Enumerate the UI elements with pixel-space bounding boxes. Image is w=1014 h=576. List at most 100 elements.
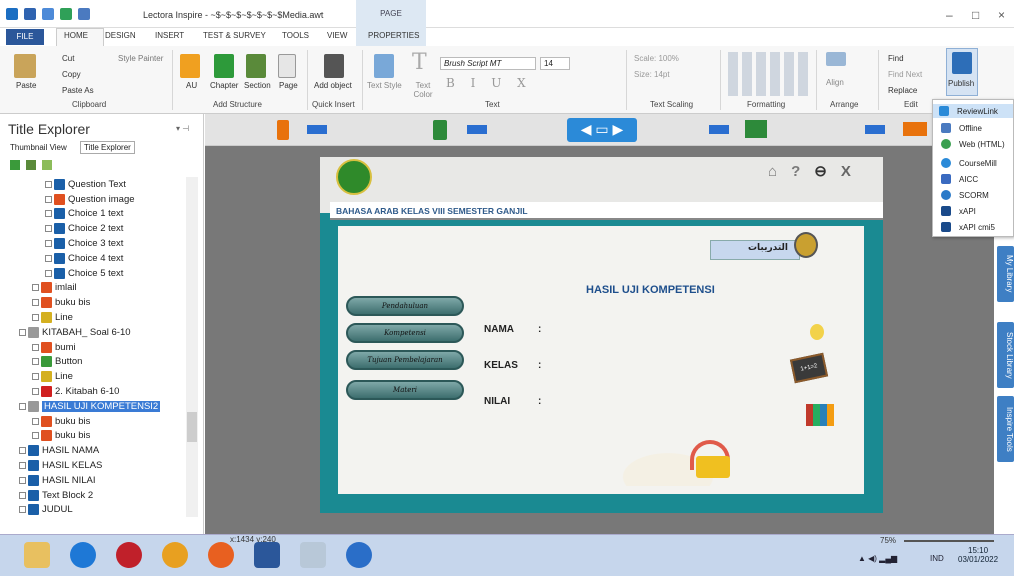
paint-icon[interactable] — [300, 542, 326, 568]
expand-toggle-icon[interactable] — [45, 195, 52, 203]
section-button[interactable]: Section — [244, 81, 271, 90]
font-size-select[interactable]: 14 — [540, 57, 570, 70]
tree-item[interactable]: HASIL UJI KOMPETENSI2 — [6, 399, 186, 414]
tree-item[interactable]: HASIL NILAI — [6, 473, 186, 488]
word-icon[interactable] — [254, 542, 280, 568]
tree-item[interactable]: Line — [6, 369, 186, 384]
tree-item[interactable]: Line — [6, 310, 186, 325]
tree-item[interactable]: buku bis — [6, 414, 186, 429]
expand-toggle-icon[interactable] — [45, 210, 52, 218]
tree-item[interactable]: Choice 1 text — [6, 207, 186, 222]
minimize-icon[interactable]: – — [946, 8, 953, 22]
expand-toggle-icon[interactable] — [32, 417, 39, 425]
expand-toggle-icon[interactable] — [32, 343, 39, 351]
close-icon[interactable]: × — [998, 8, 1005, 22]
add-object-button[interactable]: Add object — [314, 81, 352, 90]
desktop-view-button[interactable]: ◀ ▭ ▶ — [567, 118, 637, 142]
tab-file[interactable]: FILE — [6, 29, 44, 45]
text-style-button[interactable]: Text Style — [367, 81, 402, 90]
align-button[interactable]: Align — [826, 78, 844, 87]
au-button[interactable]: AU — [186, 81, 197, 90]
publish-reviewlink[interactable]: ReviewLink — [933, 104, 1013, 118]
tab-title-explorer[interactable]: Title Explorer — [80, 141, 135, 154]
paste-icon[interactable] — [14, 54, 36, 78]
tab-home[interactable]: HOME — [64, 31, 88, 40]
expand-toggle-icon[interactable] — [19, 491, 26, 499]
tree-item[interactable]: buku bis — [6, 295, 186, 310]
expand-toggle-icon[interactable] — [19, 402, 26, 410]
expand-toggle-icon[interactable] — [19, 328, 26, 336]
desktop-small-icon[interactable] — [709, 125, 729, 134]
tab-design[interactable]: DESIGN — [105, 31, 136, 40]
system-clock[interactable]: 15:10 03/01/2022 — [958, 546, 998, 564]
zoom-slider[interactable] — [904, 540, 994, 542]
menu-button-materi[interactable]: Materi — [346, 380, 464, 400]
publish-offline[interactable]: Offline — [941, 123, 982, 133]
publish-web-html[interactable]: Web (HTML) — [941, 139, 1005, 149]
tree-item[interactable]: Choice 2 text — [6, 221, 186, 236]
tree-item[interactable]: Question image — [6, 192, 186, 207]
publish-icon[interactable] — [952, 52, 972, 74]
publish-scorm[interactable]: SCORM — [941, 190, 989, 200]
expand-toggle-icon[interactable] — [32, 314, 39, 322]
undo-icon[interactable] — [42, 8, 54, 20]
firefox-icon[interactable] — [208, 542, 234, 568]
publish-aicc[interactable]: AICC — [941, 174, 978, 184]
expand-toggle-icon[interactable] — [45, 269, 52, 277]
au-icon[interactable] — [180, 54, 200, 78]
preview-icon[interactable] — [60, 8, 72, 20]
tab-view[interactable]: VIEW — [327, 31, 347, 40]
tablet-landscape-icon[interactable] — [467, 125, 487, 134]
help-nav-icon[interactable]: ? — [791, 163, 814, 180]
expand-toggle-icon[interactable] — [32, 299, 39, 307]
lectora-taskbar-icon[interactable] — [346, 542, 372, 568]
copy-button[interactable]: Copy — [62, 70, 81, 79]
section-icon[interactable] — [246, 54, 266, 78]
tree-item[interactable]: Text Block 2 — [6, 488, 186, 503]
expand-toggle-icon[interactable] — [32, 432, 39, 440]
expand-toggle-icon[interactable] — [19, 476, 26, 484]
tab-test-survey[interactable]: TEST & SURVEY — [203, 31, 266, 40]
tree-scroll-thumb[interactable] — [187, 412, 197, 442]
tree-item[interactable]: KITABAH_ Soal 6-10 — [6, 325, 186, 340]
tree-scrollbar[interactable] — [186, 177, 198, 517]
find-next-button[interactable]: Find Next — [888, 70, 922, 79]
chrome-icon[interactable] — [162, 542, 188, 568]
tree-item[interactable]: Button — [6, 355, 186, 370]
tab-tools[interactable]: TOOLS — [282, 31, 309, 40]
panel-pin-icon[interactable]: ▾ ⊣ — [176, 124, 189, 133]
profile-nav-icon[interactable]: ⊖ — [814, 163, 841, 180]
expand-toggle-icon[interactable] — [45, 180, 52, 188]
text-style-icon[interactable] — [374, 54, 394, 78]
tree-item[interactable]: Choice 5 text — [6, 266, 186, 281]
chapter-button[interactable]: Chapter — [210, 81, 238, 90]
publish-quick-icon[interactable] — [78, 8, 90, 20]
add-object-icon[interactable] — [324, 54, 344, 78]
home-nav-icon[interactable]: ⌂ — [768, 163, 791, 180]
expand-toggle-icon[interactable] — [19, 506, 26, 514]
input-language[interactable]: IND — [930, 554, 944, 563]
tablet-portrait-icon[interactable] — [433, 120, 447, 140]
wide-landscape-icon[interactable] — [865, 125, 885, 134]
tree-item[interactable]: 2. Kitabah 6-10 — [6, 384, 186, 399]
tree-item[interactable]: bumi — [6, 340, 186, 355]
expand-toggle-icon[interactable] — [32, 373, 39, 381]
tablet-large-icon[interactable] — [745, 120, 767, 138]
tab-properties[interactable]: PROPERTIES — [368, 31, 419, 40]
phone-portrait-icon[interactable] — [277, 120, 289, 140]
expand-toggle-icon[interactable] — [45, 240, 52, 248]
menu-button-tujuan[interactable]: Tujuan Pembelajaran — [346, 350, 464, 370]
tree-item[interactable]: JUDUL — [6, 503, 186, 517]
font-family-select[interactable]: Brush Script MT — [440, 57, 536, 70]
tree-item[interactable]: imlail — [6, 281, 186, 296]
phone-landscape-icon[interactable] — [307, 125, 327, 134]
bold-italic-underline-icons[interactable]: B I U X — [446, 76, 532, 90]
tab-stock-library[interactable]: Stock Library — [997, 322, 1014, 388]
tree-item[interactable]: buku bis — [6, 429, 186, 444]
tree-item[interactable]: Question Text — [6, 177, 186, 192]
cut-button[interactable]: Cut — [62, 54, 74, 63]
expand-toggle-icon[interactable] — [45, 254, 52, 262]
paste-button[interactable]: Paste — [16, 81, 36, 90]
publish-xapi-cmi5[interactable]: xAPI cmi5 — [941, 222, 995, 232]
tree-item[interactable]: HASIL NAMA — [6, 443, 186, 458]
